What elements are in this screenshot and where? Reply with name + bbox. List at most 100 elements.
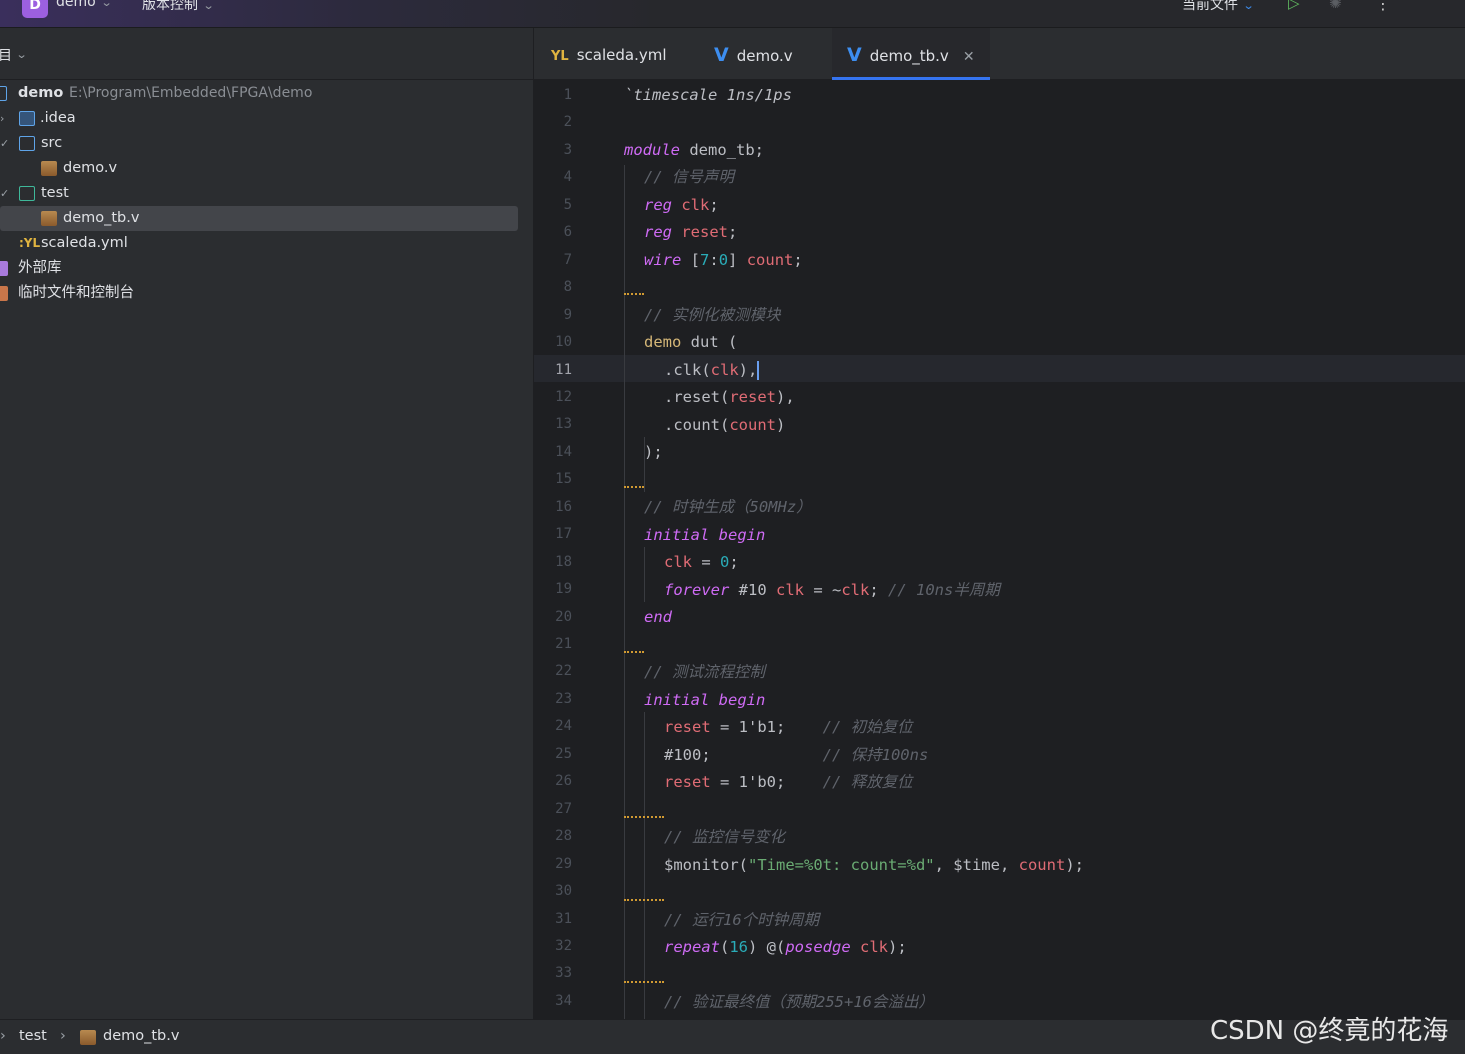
line-number: 27 — [555, 800, 572, 817]
code-line-20: end — [644, 604, 672, 631]
tree-item-label: test — [41, 185, 69, 201]
identifier: count — [1018, 856, 1066, 874]
comment: // 验证最终值（预期255+16会溢出） — [664, 993, 934, 1011]
line-number: 11 — [555, 361, 572, 378]
tree-item-scratches[interactable]: 临时文件和控制台 — [0, 281, 530, 306]
tab-demo-v[interactable]: Vdemo.v — [714, 28, 793, 80]
tab-scaleda-yml[interactable]: YL scaleda.yml — [551, 28, 667, 80]
tree-item-label: src — [41, 135, 63, 151]
punct: ; — [728, 223, 738, 241]
code-line-19: forever #10 clk = ~clk; // 10ns半周期 — [664, 577, 1000, 604]
tree-item-label: 临时文件和控制台 — [18, 285, 134, 301]
punct: = ~ — [804, 581, 842, 599]
punct: ) — [776, 416, 786, 434]
tree-root-demo[interactable]: demo E:\Program\Embedded\FPGA\demo — [0, 81, 530, 106]
tree-item-test[interactable]: ✓ test — [0, 181, 530, 206]
line-number: 31 — [555, 910, 572, 927]
line-number: 10 — [555, 334, 572, 351]
whitespace-warning — [624, 815, 664, 818]
breadcrumb-demo-tb-v[interactable]: demo_tb.v — [103, 1028, 179, 1044]
code-line-3: module demo_tb; — [624, 137, 764, 164]
module-ref: demo — [644, 333, 682, 351]
punct: ) @( — [748, 938, 786, 956]
project-selector[interactable]: demo ⌄ — [56, 0, 112, 10]
code-line-11: .clk(clk), — [664, 357, 760, 384]
keyword: reg — [644, 223, 672, 241]
code-line-4: // 信号声明 — [644, 164, 734, 191]
line-number: 21 — [555, 636, 572, 652]
chevron-down-icon[interactable]: ✓ — [0, 131, 9, 156]
project-name: demo — [56, 0, 96, 10]
yaml-file-icon: ꞉YL — [19, 236, 41, 250]
line-number: 7 — [563, 251, 572, 268]
whitespace-warning — [624, 292, 644, 295]
keyword: repeat — [664, 938, 720, 956]
line-number: 16 — [555, 498, 572, 515]
chevron-right-icon[interactable]: › — [0, 106, 4, 131]
whitespace-warning — [624, 650, 644, 653]
punct: ; — [709, 196, 719, 214]
tree-item-demo-tb-v[interactable]: demo_tb.v — [0, 206, 518, 231]
tree-item-src[interactable]: ✓ src — [0, 131, 530, 156]
line-number: 32 — [555, 937, 572, 954]
tree-item-demo-v[interactable]: demo.v — [0, 156, 530, 181]
code-editor[interactable]: 1 2 3 4 5 6 7 8 9 10 11 12 13 14 15 16 17 18 19 20 21 22 23 24 2… — [534, 80, 1465, 1019]
tree-item-label: 外部库 — [18, 260, 62, 276]
yaml-file-icon: YL — [551, 49, 569, 64]
line-number: 14 — [555, 443, 572, 460]
verilog-file-icon — [41, 161, 57, 176]
code-line-7: wire [7:0] count; — [644, 247, 803, 274]
port: .count( — [664, 416, 730, 434]
line-number: 34 — [555, 992, 572, 1009]
vcs-label: 版本控制 — [142, 0, 198, 13]
punct: [ — [681, 251, 700, 269]
line-number: 23 — [555, 690, 572, 707]
code-line-9: // 实例化被测模块 — [644, 302, 781, 329]
project-view-title[interactable]: 目 — [0, 45, 12, 65]
chevron-right-icon: › — [60, 1028, 66, 1044]
root-name: demo — [18, 85, 64, 101]
identifier: clk — [710, 361, 739, 379]
system-task: $monitor( — [664, 856, 748, 874]
tab-demo-tb-v[interactable]: Vdemo_tb.v ✕ — [832, 28, 990, 80]
tree-item-external-libs[interactable]: 外部库 — [0, 256, 530, 281]
code-line-18: clk = 0; — [664, 549, 739, 576]
chevron-down-icon[interactable]: ✓ — [0, 181, 9, 206]
line-number: 9 — [563, 306, 572, 323]
run-icon[interactable]: ▷ — [1288, 0, 1300, 12]
port: .clk( — [664, 361, 711, 379]
code-line-34: // 验证最终值（预期255+16会溢出） — [664, 989, 934, 1016]
punct: #10 — [729, 581, 776, 599]
comment: // 释放复位 — [822, 773, 913, 791]
vcs-menu[interactable]: 版本控制 ⌄ — [142, 0, 215, 14]
keyword: initial begin — [644, 526, 766, 544]
tree-item-scaleda-yml[interactable]: ꞉YL scaleda.yml — [0, 231, 530, 256]
punct: = 1'b1; — [710, 718, 823, 736]
code-line-29: $monitor("Time=%0t: count=%d", $time, co… — [664, 852, 1084, 879]
breadcrumb-test[interactable]: test — [19, 1028, 47, 1044]
code-line-17: initial begin — [644, 522, 765, 549]
idea-folder-icon — [19, 111, 35, 126]
debug-icon[interactable]: ✺ — [1329, 0, 1342, 12]
code-line-24: reset = 1'b1; // 初始复位 — [664, 714, 913, 741]
run-config-selector[interactable]: 当前文件 ⌄ — [1182, 0, 1255, 14]
line-number: 19 — [555, 581, 572, 598]
line-number: 33 — [555, 965, 572, 982]
punct: ] — [728, 251, 747, 269]
test-folder-icon — [19, 186, 35, 201]
whitespace-warning — [624, 898, 664, 901]
verilog-file-icon — [80, 1030, 96, 1045]
more-icon[interactable]: ⋮ — [1375, 0, 1391, 13]
close-icon[interactable]: ✕ — [963, 49, 975, 65]
tree-item-idea[interactable]: › .idea — [0, 106, 530, 131]
chevron-down-icon[interactable]: ⌄ — [16, 48, 28, 61]
line-number: 5 — [563, 196, 572, 213]
module-folder-icon — [0, 86, 7, 101]
whitespace-warning — [624, 485, 644, 488]
run-config-label: 当前文件 — [1182, 0, 1238, 13]
number: 7 — [700, 251, 710, 269]
code-line-6: reg reset; — [644, 219, 737, 246]
comment: // 保持100ns — [822, 746, 929, 764]
project-badge[interactable]: D — [22, 0, 48, 18]
project-tool-window: 目 ⌄ demo E:\Program\Embedded\FPGA\demo ›… — [0, 28, 534, 1019]
